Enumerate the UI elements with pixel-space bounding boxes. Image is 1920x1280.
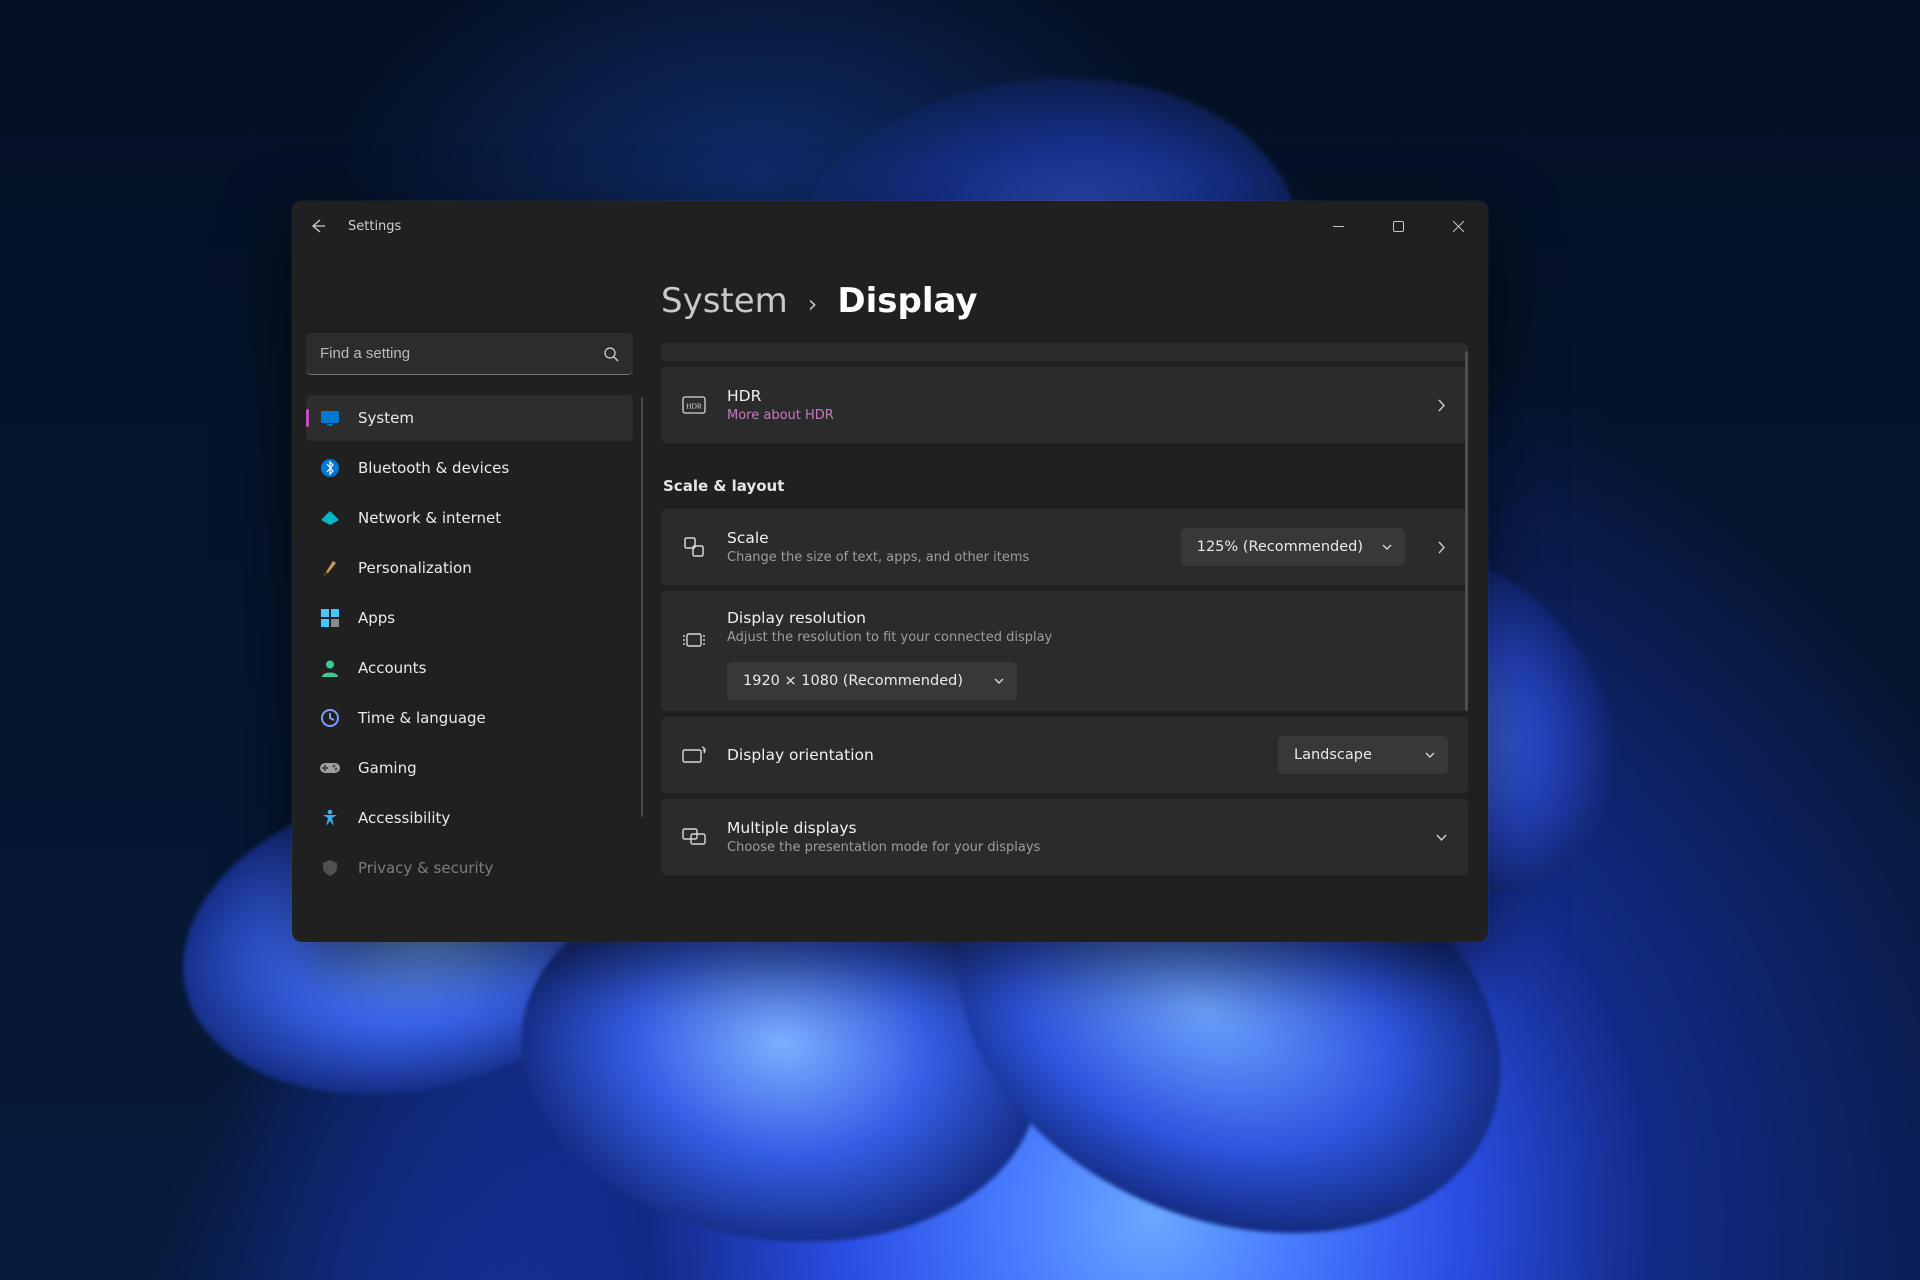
gamepad-icon [320, 758, 340, 778]
nav-item-system[interactable]: System [306, 395, 633, 441]
chevron-down-icon [1425, 831, 1448, 844]
resolution-dropdown[interactable]: 1920 × 1080 (Recommended) [727, 662, 1017, 700]
clock-globe-icon [320, 708, 340, 728]
nav-item-time-language[interactable]: Time & language [306, 695, 633, 741]
hdr-icon: HDR [681, 396, 707, 414]
chevron-down-icon [1424, 749, 1436, 761]
resolution-sub: Adjust the resolution to fit your connec… [727, 630, 1448, 645]
nav-label: Time & language [358, 709, 486, 727]
nav-label: Accounts [358, 659, 426, 677]
nav-list: System Bluetooth & devices Network & int… [306, 395, 633, 891]
nav-item-personalization[interactable]: Personalization [306, 545, 633, 591]
resolution-icon [681, 631, 707, 649]
previous-card-edge [661, 343, 1468, 361]
shield-icon [320, 858, 340, 878]
breadcrumb-parent[interactable]: System [661, 281, 788, 321]
breadcrumb-current: Display [837, 281, 977, 321]
sidebar: System Bluetooth & devices Network & int… [292, 251, 647, 942]
chevron-right-icon [1425, 541, 1448, 554]
hdr-title: HDR [727, 387, 1405, 405]
search-icon [603, 346, 619, 362]
resolution-card[interactable]: Display resolution Adjust the resolution… [661, 591, 1468, 711]
nav-item-gaming[interactable]: Gaming [306, 745, 633, 791]
scale-sub: Change the size of text, apps, and other… [727, 550, 1161, 565]
bluetooth-icon [320, 458, 340, 478]
monitor-icon [320, 408, 340, 428]
scale-card[interactable]: Scale Change the size of text, apps, and… [661, 509, 1468, 585]
multiple-displays-card[interactable]: Multiple displays Choose the presentatio… [661, 799, 1468, 875]
nav-label: Privacy & security [358, 859, 493, 877]
chevron-right-icon [1425, 399, 1448, 412]
orientation-icon [681, 745, 707, 765]
sidebar-scrollbar[interactable] [641, 397, 643, 817]
svg-text:HDR: HDR [686, 402, 702, 411]
paintbrush-icon [320, 558, 340, 578]
multiple-displays-icon [681, 828, 707, 846]
nav-item-apps[interactable]: Apps [306, 595, 633, 641]
nav-label: Personalization [358, 559, 472, 577]
scale-icon [681, 536, 707, 558]
nav-label: System [358, 409, 414, 427]
nav-label: Apps [358, 609, 395, 627]
wifi-icon [320, 508, 340, 528]
titlebar: Settings [292, 201, 1488, 251]
orientation-title: Display orientation [727, 746, 1258, 764]
scale-title: Scale [727, 529, 1161, 547]
section-scale-layout: Scale & layout [663, 477, 1468, 495]
scale-value: 125% (Recommended) [1197, 539, 1363, 555]
search-input[interactable] [306, 333, 633, 375]
main-scrollbar[interactable] [1465, 351, 1468, 711]
nav-item-accessibility[interactable]: Accessibility [306, 795, 633, 841]
window-title: Settings [348, 219, 401, 234]
nav-label: Bluetooth & devices [358, 459, 509, 477]
back-button[interactable] [310, 218, 326, 234]
maximize-button[interactable] [1368, 201, 1428, 251]
settings-window: Settings [292, 201, 1488, 942]
chevron-down-icon [993, 675, 1005, 687]
chevron-right-icon: › [808, 290, 818, 318]
resolution-value: 1920 × 1080 (Recommended) [743, 673, 975, 689]
close-button[interactable] [1428, 201, 1488, 251]
multiple-sub: Choose the presentation mode for your di… [727, 840, 1405, 855]
apps-icon [320, 608, 340, 628]
accessibility-icon [320, 808, 340, 828]
minimize-button[interactable] [1308, 201, 1368, 251]
nav-item-network[interactable]: Network & internet [306, 495, 633, 541]
orientation-dropdown[interactable]: Landscape [1278, 736, 1448, 774]
scale-dropdown[interactable]: 125% (Recommended) [1181, 528, 1405, 566]
resolution-title: Display resolution [727, 609, 1448, 627]
desktop-wallpaper: Settings [0, 0, 1920, 1280]
nav-label: Accessibility [358, 809, 450, 827]
nav-label: Network & internet [358, 509, 501, 527]
nav-item-accounts[interactable]: Accounts [306, 645, 633, 691]
chevron-down-icon [1381, 541, 1393, 553]
multiple-title: Multiple displays [727, 819, 1405, 837]
search-box[interactable] [306, 333, 633, 375]
hdr-card[interactable]: HDR HDR More about HDR [661, 367, 1468, 443]
nav-label: Gaming [358, 759, 417, 777]
orientation-card[interactable]: Display orientation Landscape [661, 717, 1468, 793]
orientation-value: Landscape [1294, 747, 1406, 763]
nav-item-bluetooth[interactable]: Bluetooth & devices [306, 445, 633, 491]
hdr-more-link[interactable]: More about HDR [727, 408, 1405, 423]
main-panel: System › Display HDR [647, 251, 1488, 942]
person-icon [320, 658, 340, 678]
nav-item-privacy[interactable]: Privacy & security [306, 845, 633, 891]
breadcrumb: System › Display [661, 281, 1468, 321]
